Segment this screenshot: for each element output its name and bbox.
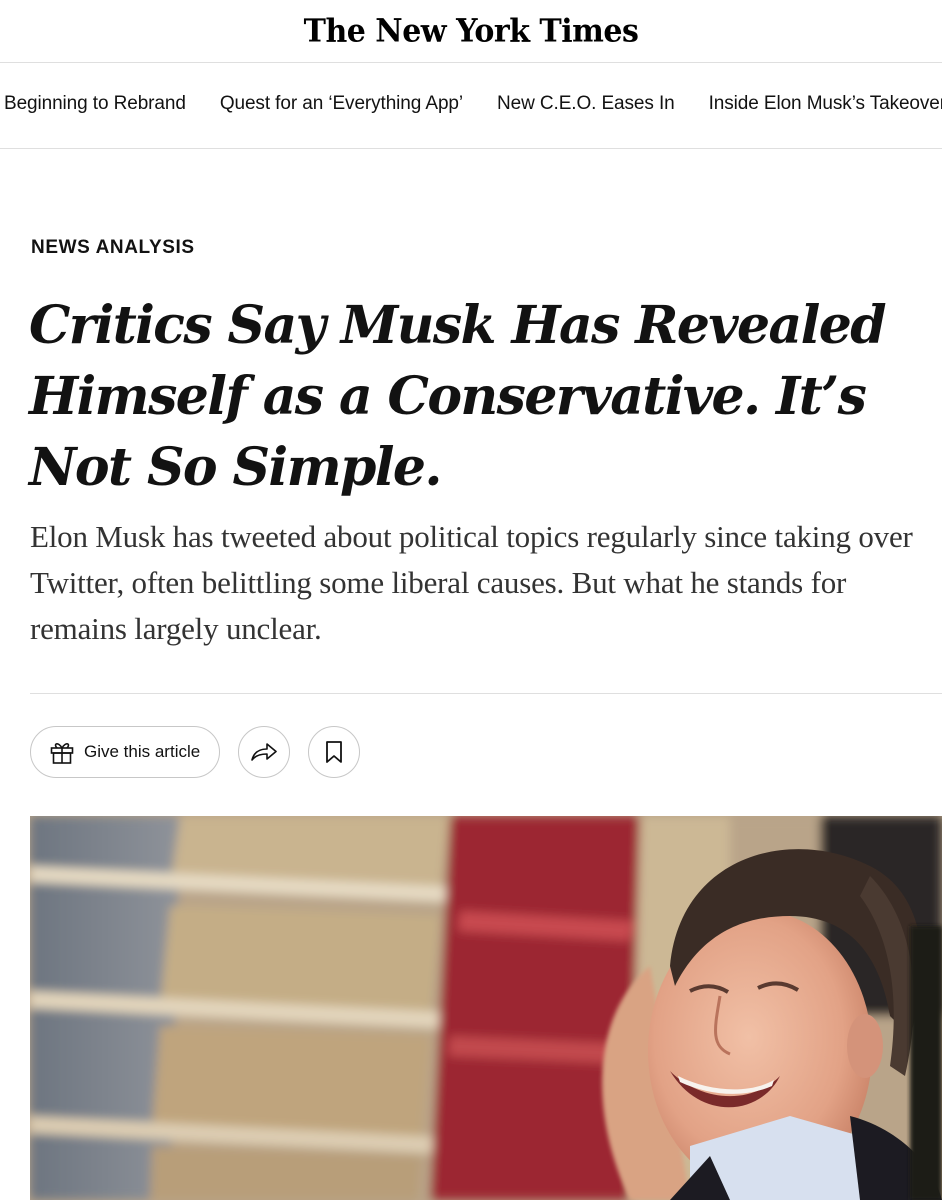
share-button[interactable]	[238, 726, 290, 778]
rail-link-rebrand[interactable]: Beginning to Rebrand	[4, 93, 186, 115]
rail-link-takeover[interactable]: Inside Elon Musk’s Takeover	[709, 93, 942, 115]
give-article-button[interactable]: Give this article	[30, 726, 220, 778]
rail-link-everything-app[interactable]: Quest for an ‘Everything App’	[220, 93, 463, 115]
article-headline: Critics Say Musk Has Revealed Himself as…	[29, 295, 887, 498]
lead-photo-illustration	[30, 816, 942, 1200]
bookmark-icon	[326, 741, 342, 763]
share-icon	[251, 743, 277, 761]
article-kicker[interactable]: NEWS ANALYSIS	[31, 237, 195, 259]
gift-icon	[50, 743, 74, 764]
masthead: The New York Times	[0, 0, 942, 62]
nyt-logo[interactable]: The New York Times	[304, 13, 639, 50]
give-article-label: Give this article	[84, 742, 201, 761]
save-button[interactable]	[308, 726, 360, 778]
story-rail: Beginning to Rebrand Quest for an ‘Every…	[0, 63, 942, 148]
rail-link-new-ceo[interactable]: New C.E.O. Eases In	[497, 93, 675, 115]
article-summary: Elon Musk has tweeted about political to…	[30, 519, 913, 646]
summary-divider	[30, 693, 942, 694]
lead-photo[interactable]	[30, 816, 942, 1200]
rail-divider	[0, 148, 942, 149]
